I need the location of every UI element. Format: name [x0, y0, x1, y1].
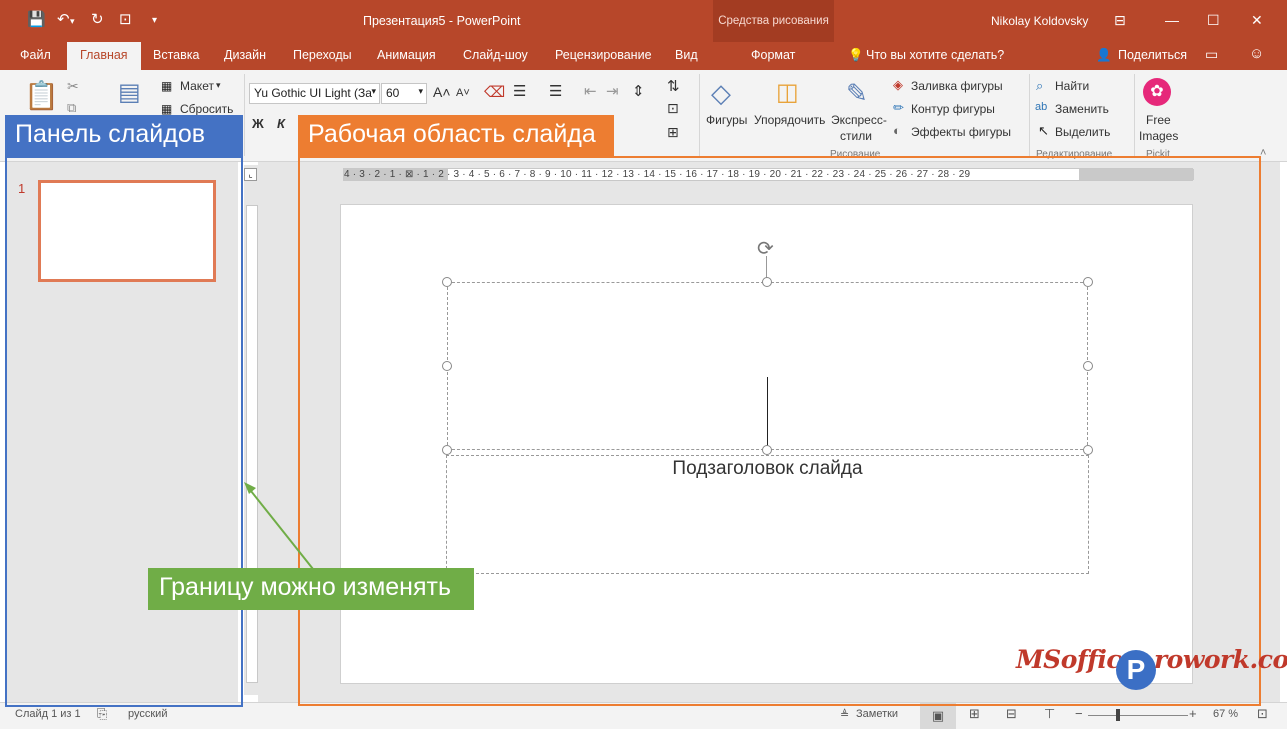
- annotation-arrow: [244, 482, 314, 570]
- watermark-text-right: rowork.com: [1154, 645, 1287, 674]
- border-resize-annotation: Границу можно изменять: [148, 568, 474, 610]
- watermark-logo-icon: P: [1116, 650, 1156, 690]
